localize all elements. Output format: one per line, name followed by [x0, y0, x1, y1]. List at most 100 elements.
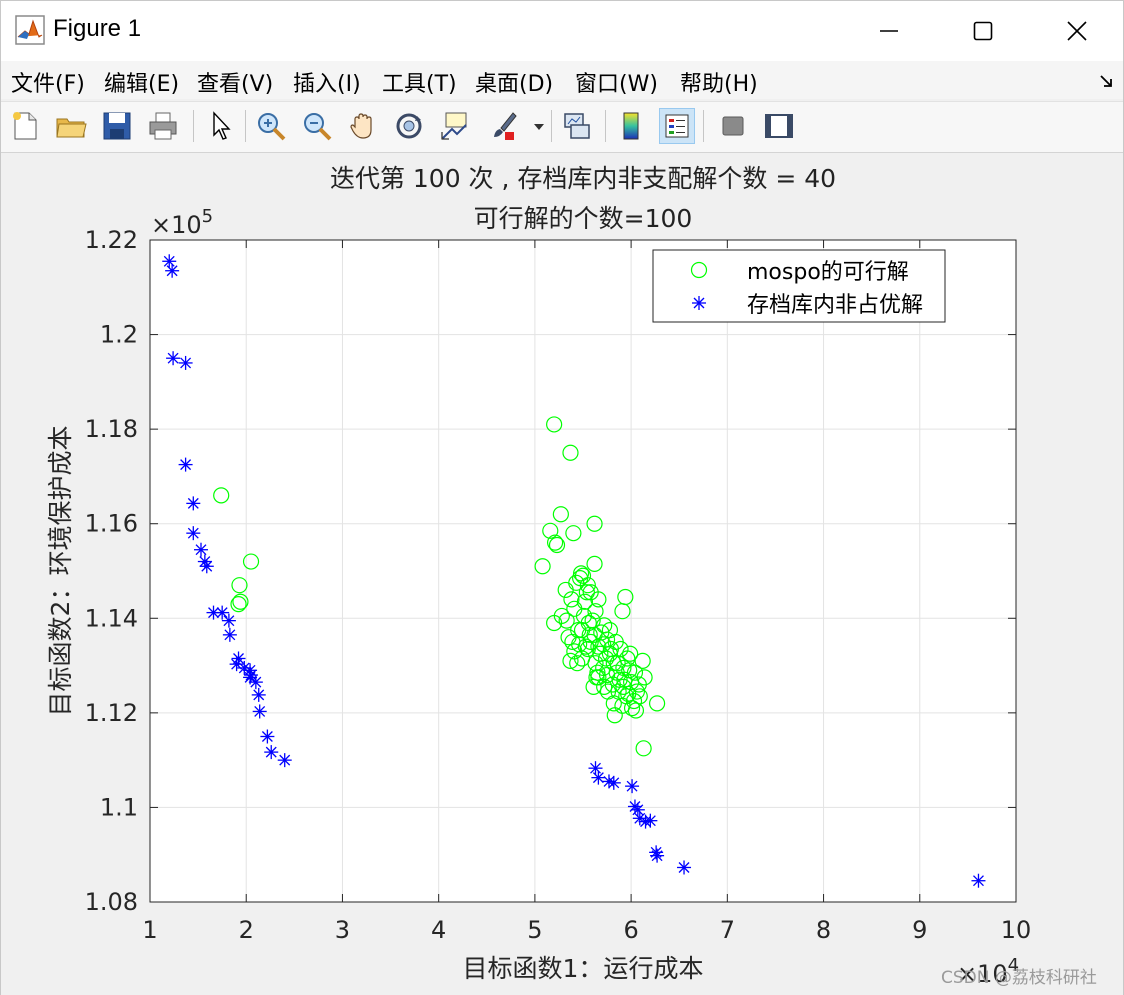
archive-point — [199, 559, 214, 574]
x-tick-label: 8 — [816, 916, 831, 944]
menu-desktop[interactable]: 桌面(D) — [475, 66, 553, 98]
archive-point — [231, 651, 246, 666]
x-tick-label: 1 — [142, 916, 157, 944]
archive-point — [243, 663, 258, 678]
archive-point — [643, 813, 658, 828]
y-axis-label: 目标函数2：环境保护成本 — [46, 426, 75, 717]
x-tick-label: 2 — [239, 916, 254, 944]
save-icon — [103, 112, 131, 140]
archive-point — [186, 496, 201, 511]
y-tick-label: 1.16 — [85, 510, 138, 538]
dock-arrow-icon[interactable] — [1099, 73, 1115, 89]
archive-point — [165, 263, 180, 278]
rotate-3d-button[interactable] — [391, 108, 427, 144]
maximize-button[interactable] — [937, 1, 1029, 61]
archive-point — [591, 770, 606, 785]
legend-icon — [665, 114, 689, 138]
minimize-button[interactable] — [843, 1, 935, 61]
archive-point — [178, 457, 193, 472]
pointer-button[interactable] — [203, 108, 239, 144]
close-button[interactable] — [1031, 1, 1123, 61]
y-tick-label: 1.12 — [85, 699, 138, 727]
print-button[interactable] — [145, 108, 181, 144]
x-tick-label: 3 — [335, 916, 350, 944]
close-icon — [1067, 21, 1087, 41]
archive-point — [251, 687, 266, 702]
legend-marker-asterisk — [692, 296, 706, 310]
new-figure-icon — [13, 112, 37, 140]
archive-point — [588, 761, 603, 776]
new-figure-button[interactable] — [7, 108, 43, 144]
menu-help[interactable]: 帮助(H) — [680, 66, 758, 98]
archive-point — [625, 779, 640, 794]
archive-point — [264, 745, 279, 760]
menu-file[interactable]: 文件(F) — [11, 66, 85, 98]
figure-window: Figure 1 文件(F) 编辑(E) 查看(V) 插入(I) 工具(T) 桌… — [0, 0, 1124, 995]
archive-point — [178, 355, 193, 370]
menu-bar: 文件(F) 编辑(E) 查看(V) 插入(I) 工具(T) 桌面(D) 窗口(W… — [1, 61, 1123, 99]
link-plot-button[interactable] — [559, 108, 595, 144]
y-axis-multiplier: ×105 — [151, 206, 213, 239]
pan-icon — [350, 113, 372, 139]
archive-point — [186, 526, 201, 541]
chart-title-line2: 可行解的个数=100 — [474, 204, 693, 233]
toolbar-separator — [551, 110, 552, 142]
archive-point — [252, 704, 267, 719]
minimize-icon — [880, 30, 898, 32]
legend-label-archive: 存档库内非占优解 — [747, 293, 923, 318]
x-tick-label: 6 — [623, 916, 638, 944]
menu-insert[interactable]: 插入(I) — [293, 66, 361, 98]
pan-button[interactable] — [345, 108, 381, 144]
rotate-3d-icon — [396, 113, 422, 139]
menu-view[interactable]: 查看(V) — [197, 66, 273, 98]
print-icon — [149, 112, 177, 140]
archive-point — [162, 254, 177, 269]
toolbar-separator — [703, 110, 704, 142]
archive-point — [166, 351, 181, 366]
legend[interactable]: mospo的可行解 存档库内非占优解 — [652, 249, 946, 323]
zoom-in-icon — [258, 113, 286, 141]
title-bar[interactable]: Figure 1 — [1, 1, 1123, 61]
pointer-icon — [213, 111, 231, 140]
brush-icon — [494, 112, 517, 140]
open-file-button[interactable] — [53, 108, 89, 144]
data-cursor-icon — [441, 112, 467, 140]
zoom-out-icon — [304, 113, 332, 141]
link-plot-icon — [564, 113, 590, 139]
menu-tools[interactable]: 工具(T) — [382, 66, 457, 98]
colorbar-icon — [623, 112, 639, 140]
menu-edit[interactable]: 编辑(E) — [104, 66, 179, 98]
y-tick-label: 1.22 — [85, 226, 138, 254]
brush-dropdown-icon[interactable] — [533, 122, 545, 132]
save-button[interactable] — [99, 108, 135, 144]
data-cursor-button[interactable] — [437, 108, 473, 144]
archive-point — [248, 675, 263, 690]
x-tick-label: 4 — [431, 916, 446, 944]
archive-point — [215, 605, 230, 620]
y-tick-label: 1.1 — [100, 793, 138, 821]
y-tick-label: 1.08 — [85, 888, 138, 916]
menu-window[interactable]: 窗口(W) — [575, 66, 658, 98]
x-tick-label: 7 — [720, 916, 735, 944]
hide-plot-tools-button[interactable] — [715, 108, 751, 144]
archive-point — [606, 775, 621, 790]
scatter-plot: 迭代第 100 次 , 存档库内非支配解个数 = 40 可行解的个数=100 1… — [46, 164, 1032, 988]
zoom-in-button[interactable] — [253, 108, 289, 144]
colorbar-button[interactable] — [613, 108, 649, 144]
brush-button[interactable] — [485, 108, 521, 144]
zoom-out-button[interactable] — [299, 108, 335, 144]
window-title: Figure 1 — [53, 15, 142, 42]
legend-label-feasible: mospo的可行解 — [747, 260, 909, 285]
x-tick-label: 9 — [912, 916, 927, 944]
legend-button[interactable] — [659, 108, 695, 144]
toolbar-separator — [605, 110, 606, 142]
archive-point — [229, 657, 244, 672]
toolbar-separator — [193, 110, 194, 142]
show-plot-tools-button[interactable] — [761, 108, 797, 144]
archive-point — [971, 873, 986, 888]
x-tick-label: 5 — [527, 916, 542, 944]
show-plot-tools-icon — [765, 114, 793, 138]
chart-title-line1: 迭代第 100 次 , 存档库内非支配解个数 = 40 — [330, 164, 836, 193]
x-tick-label: 10 — [1001, 916, 1032, 944]
toolbar — [1, 101, 1123, 153]
